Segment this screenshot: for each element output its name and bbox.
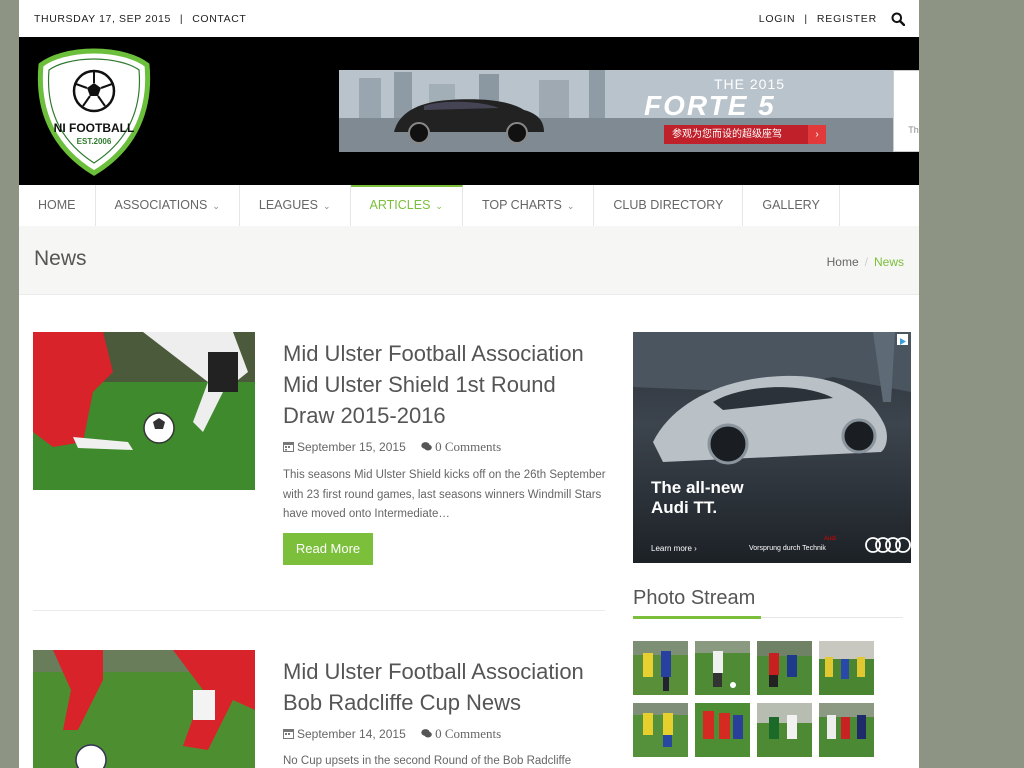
audi-slogan: Vorsprung durch Technik bbox=[749, 545, 826, 552]
nav-label: TOP CHARTS bbox=[481, 198, 562, 212]
page-title-bar: News Home / News bbox=[19, 226, 919, 295]
photo-stream-thumb[interactable] bbox=[757, 641, 812, 695]
article-excerpt: No Cup upsets in the second Round of the… bbox=[283, 755, 572, 767]
banner-cta-label: 参观为您而设的超级座驾 bbox=[672, 129, 782, 140]
nav-item-leagues[interactable]: LEAGUES ⌄ bbox=[240, 185, 351, 226]
article-title[interactable]: Mid Ulster Football Association Bob Radc… bbox=[283, 656, 613, 718]
current-date: THURSDAY 17, SEP 2015 bbox=[34, 13, 171, 25]
article-comments-count: 0 Comments bbox=[435, 726, 502, 741]
read-more-button[interactable]: Read More bbox=[283, 533, 373, 565]
kia-banner-ad[interactable]: THE 2015 FORTE 5 参观为您而设的超级座驾 › KIA The P… bbox=[339, 70, 919, 152]
kia-tagline: The Power to Surprise bbox=[908, 125, 919, 135]
photo-stream-thumb[interactable] bbox=[757, 703, 812, 757]
register-link[interactable]: REGISTER bbox=[817, 13, 877, 25]
page-container: THURSDAY 17, SEP 2015 | CONTACT LOGIN | RE… bbox=[19, 0, 919, 768]
article-thumbnail[interactable] bbox=[33, 332, 255, 490]
top-bar-right: LOGIN | REGISTER bbox=[759, 12, 906, 27]
article-comments-count: 0 Comments bbox=[435, 439, 502, 454]
nav-label: HOME bbox=[38, 198, 76, 212]
nav-item-articles[interactable]: ARTICLES ⌄ bbox=[350, 185, 463, 226]
banner-cta[interactable]: 参观为您而设的超级座驾 › bbox=[664, 125, 826, 144]
nav-label: CLUB DIRECTORY bbox=[613, 198, 724, 212]
comments-icon bbox=[421, 729, 432, 738]
article-thumbnail[interactable] bbox=[33, 650, 255, 768]
article-comments-link[interactable]: 0 Comments bbox=[421, 439, 501, 454]
logo-established: EST.2006 bbox=[76, 137, 112, 146]
photo-stream-title: Photo Stream bbox=[633, 587, 756, 609]
breadcrumb: Home / News bbox=[827, 255, 904, 269]
kia-logo: KIA bbox=[894, 71, 919, 121]
breadcrumb-current: News bbox=[873, 255, 904, 269]
page-title: News bbox=[34, 247, 87, 270]
breadcrumb-home[interactable]: Home bbox=[827, 255, 859, 269]
article-date: September 15, 2015 bbox=[297, 440, 406, 454]
audi-brand-word: Audi bbox=[824, 536, 837, 542]
top-bar-separator: | bbox=[804, 13, 808, 25]
nav-item-home[interactable]: HOME bbox=[19, 185, 96, 226]
article-post: Mid Ulster Football Association Mid Ulst… bbox=[33, 332, 606, 582]
audi-ad-image bbox=[633, 332, 911, 553]
photo-stream-thumb[interactable] bbox=[695, 703, 750, 757]
article-post: Mid Ulster Football Association Bob Radc… bbox=[33, 650, 605, 768]
photo-stream-thumb[interactable] bbox=[695, 641, 750, 695]
contact-link[interactable]: CONTACT bbox=[192, 13, 246, 25]
photo-stream-thumb[interactable] bbox=[819, 703, 874, 757]
chevron-down-icon: ⌄ bbox=[322, 201, 331, 211]
nav-item-gallery[interactable]: GALLERY bbox=[743, 185, 840, 226]
chevron-down-icon: ⌄ bbox=[566, 201, 575, 211]
nav-item-top-charts[interactable]: TOP CHARTS ⌄ bbox=[463, 185, 595, 226]
breadcrumb-separator: / bbox=[864, 255, 868, 269]
top-bar-left: THURSDAY 17, SEP 2015 | CONTACT bbox=[34, 13, 246, 25]
article-date: September 14, 2015 bbox=[297, 727, 406, 741]
nav-label: LEAGUES bbox=[258, 198, 318, 212]
banner-model: FORTE 5 bbox=[644, 90, 776, 121]
nav-label: ARTICLES bbox=[369, 198, 431, 212]
ad-choices-icon[interactable] bbox=[897, 334, 908, 345]
photo-stream-thumb[interactable] bbox=[819, 641, 874, 695]
top-bar-separator: | bbox=[179, 13, 184, 25]
article-comments-link[interactable]: 0 Comments bbox=[421, 726, 501, 741]
article-excerpt: This seasons Mid Ulster Shield kicks off… bbox=[283, 469, 606, 520]
article-meta: September 15, 2015 0 Comments bbox=[283, 439, 501, 455]
photo-stream-thumb[interactable] bbox=[633, 703, 688, 757]
photo-stream-thumb[interactable] bbox=[633, 641, 688, 695]
audi-headline-line-1: The all-new bbox=[651, 478, 744, 497]
comments-icon bbox=[421, 442, 432, 451]
nav-item-associations[interactable]: ASSOCIATIONS ⌄ bbox=[96, 185, 240, 226]
main-nav: HOME ASSOCIATIONS ⌄ LEAGUES ⌄ ARTICLES ⌄ TO… bbox=[19, 185, 919, 227]
calendar-icon bbox=[283, 442, 294, 452]
chevron-right-icon: › bbox=[808, 125, 826, 144]
site-logo[interactable]: NI FOOTBALL EST.2006 bbox=[37, 47, 151, 177]
article-meta: September 14, 2015 0 Comments bbox=[283, 726, 501, 742]
audi-learn-more[interactable]: Learn more › bbox=[651, 544, 697, 553]
article-title[interactable]: Mid Ulster Football Association Mid Ulst… bbox=[283, 338, 613, 431]
audi-headline-line-2: Audi TT. bbox=[651, 498, 718, 517]
search-icon[interactable] bbox=[891, 12, 906, 27]
audi-ad-headline: The all-new Audi TT. bbox=[651, 478, 744, 518]
chevron-down-icon: ⌄ bbox=[212, 201, 220, 211]
login-link[interactable]: LOGIN bbox=[759, 13, 796, 25]
nav-item-club-directory[interactable]: CLUB DIRECTORY bbox=[594, 185, 744, 226]
calendar-icon bbox=[283, 729, 294, 739]
top-bar: THURSDAY 17, SEP 2015 | CONTACT LOGIN | RE… bbox=[19, 0, 919, 37]
site-header: NI FOOTBALL EST.2006 THE 2015 FORTE 5 参观… bbox=[19, 37, 919, 185]
kia-logo-box: KIA The Power to Surprise bbox=[893, 70, 919, 152]
article-divider bbox=[33, 610, 605, 611]
nav-label: ASSOCIATIONS bbox=[114, 198, 208, 212]
logo-title: NI FOOTBALL bbox=[53, 121, 135, 135]
photo-stream-accent bbox=[633, 616, 761, 619]
nav-label: GALLERY bbox=[762, 198, 820, 212]
audi-sidebar-ad[interactable]: The all-new Audi TT. Learn more › Audi Vo… bbox=[633, 332, 911, 563]
chevron-down-icon: ⌄ bbox=[435, 201, 443, 211]
